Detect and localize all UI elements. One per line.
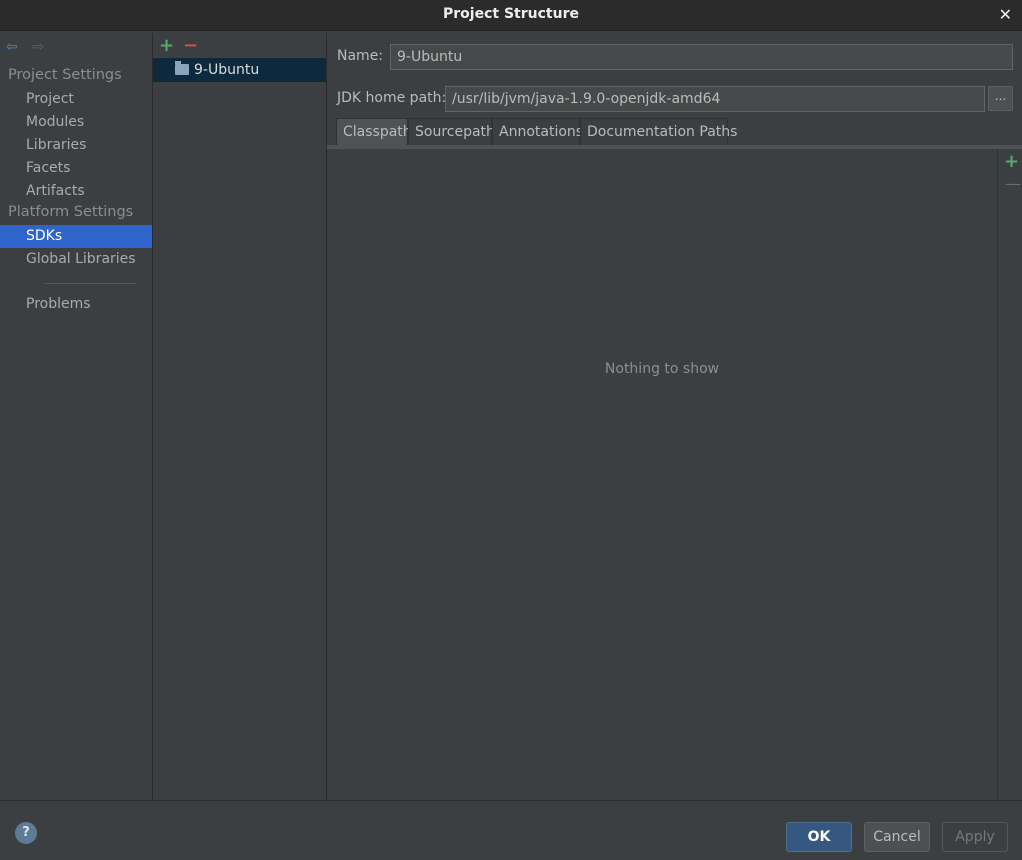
sdk-list-panel: + − 9-Ubuntu bbox=[153, 33, 327, 800]
window-title: Project Structure bbox=[443, 6, 579, 22]
nav-item-sdks[interactable]: SDKs bbox=[0, 225, 152, 248]
nav-item-global-libraries[interactable]: Global Libraries bbox=[0, 248, 152, 271]
nav-item-artifacts[interactable]: Artifacts bbox=[0, 180, 152, 203]
sdk-list-item[interactable]: 9-Ubuntu bbox=[153, 58, 326, 82]
remove-sdk-icon[interactable]: − bbox=[183, 35, 198, 56]
remove-path-icon[interactable]: — bbox=[1005, 174, 1021, 193]
name-label: Name: bbox=[337, 48, 384, 64]
forward-arrow-icon[interactable]: ⇨ bbox=[32, 39, 44, 55]
browse-button[interactable]: ... bbox=[988, 86, 1013, 111]
settings-nav: ⇦ ⇨ Project Settings Project Modules Lib… bbox=[0, 33, 153, 800]
nav-separator bbox=[44, 283, 136, 284]
title-bar: Project Structure ✕ bbox=[0, 0, 1022, 31]
jdk-home-path-label: JDK home path: bbox=[337, 90, 447, 106]
project-settings-header: Project Settings bbox=[8, 67, 122, 83]
tab-documentation-paths[interactable]: Documentation Paths bbox=[580, 118, 737, 145]
add-path-icon[interactable]: + bbox=[1004, 151, 1019, 172]
empty-state-text: Nothing to show bbox=[604, 361, 720, 377]
sdk-list-item-label: 9-Ubuntu bbox=[194, 62, 260, 78]
sdk-name-input[interactable] bbox=[390, 44, 1013, 70]
nav-arrows: ⇦ ⇨ bbox=[6, 39, 44, 55]
nav-item-problems[interactable]: Problems bbox=[0, 293, 152, 316]
tab-sourcepath[interactable]: Sourcepath bbox=[408, 118, 495, 145]
tab-annotations[interactable]: Annotations bbox=[492, 118, 583, 145]
apply-button[interactable]: Apply bbox=[942, 822, 1008, 852]
help-icon[interactable]: ? bbox=[15, 822, 37, 844]
jdk-home-path-input[interactable] bbox=[445, 86, 985, 112]
nav-item-facets[interactable]: Facets bbox=[0, 157, 152, 180]
nav-item-project[interactable]: Project bbox=[0, 88, 152, 111]
cancel-button[interactable]: Cancel bbox=[864, 822, 930, 852]
close-icon[interactable]: ✕ bbox=[999, 5, 1012, 24]
tab-classpath[interactable]: Classpath bbox=[336, 118, 412, 145]
nav-item-modules[interactable]: Modules bbox=[0, 111, 152, 134]
ok-button[interactable]: OK bbox=[786, 822, 852, 852]
folder-icon bbox=[175, 61, 189, 75]
platform-settings-header: Platform Settings bbox=[8, 204, 134, 220]
nav-item-libraries[interactable]: Libraries bbox=[0, 134, 152, 157]
dialog-footer: ? OK Cancel Apply bbox=[0, 800, 1022, 860]
classpath-list[interactable]: Nothing to show bbox=[327, 149, 997, 800]
back-arrow-icon[interactable]: ⇦ bbox=[6, 39, 18, 55]
classpath-toolbar: + — bbox=[997, 149, 1022, 800]
add-sdk-icon[interactable]: + bbox=[159, 35, 174, 56]
